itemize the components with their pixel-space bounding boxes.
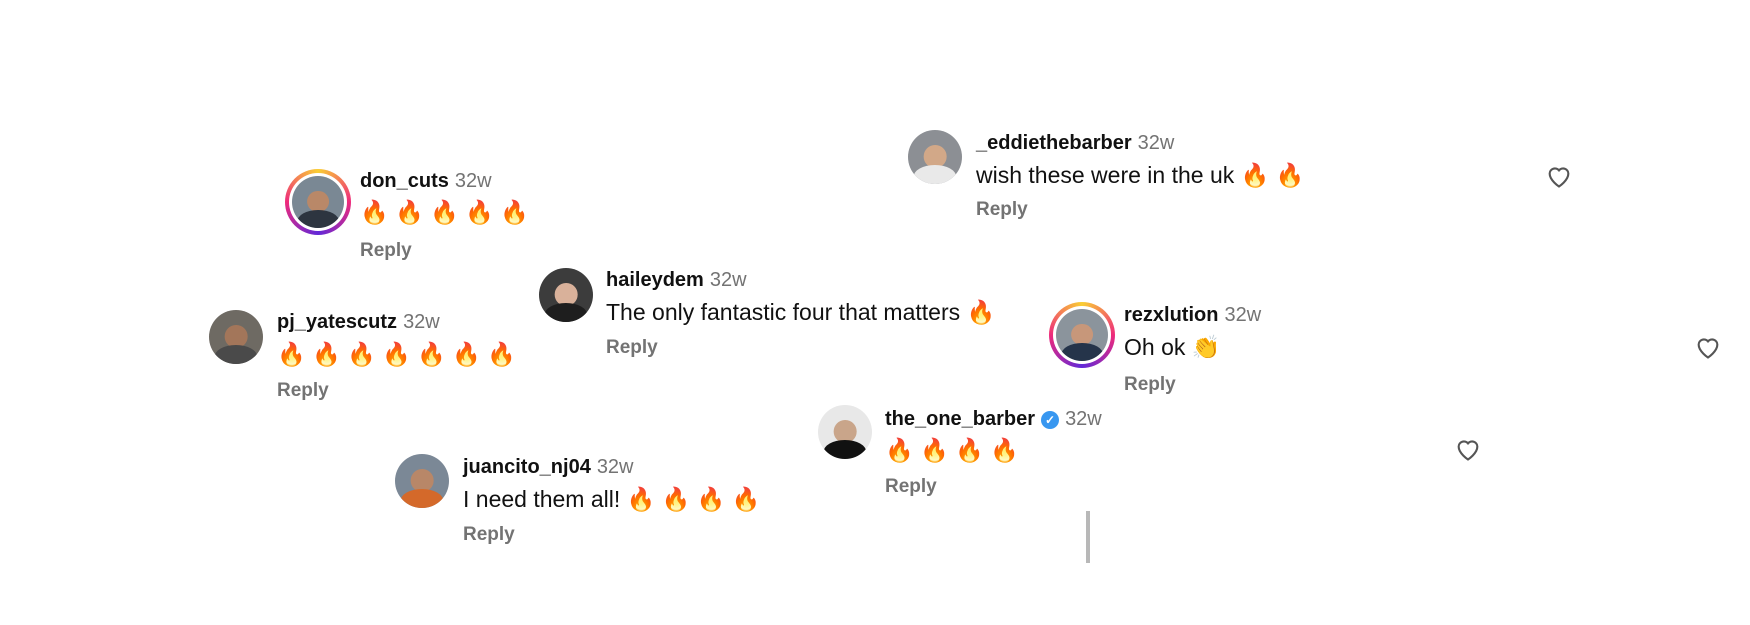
reply-button[interactable]: Reply xyxy=(1124,374,1176,396)
timestamp: 32w xyxy=(1065,408,1102,430)
username[interactable]: pj_yatescutz xyxy=(277,311,397,333)
scrollbar[interactable] xyxy=(1086,511,1090,563)
reply-button[interactable]: Reply xyxy=(606,337,658,359)
reply-button[interactable]: Reply xyxy=(976,199,1028,221)
username[interactable]: rezxlution xyxy=(1124,304,1218,326)
story-ring[interactable] xyxy=(285,169,351,235)
timestamp: 32w xyxy=(454,170,492,192)
avatar[interactable] xyxy=(209,310,263,364)
avatar[interactable] xyxy=(818,405,872,459)
verified-badge-icon: ✓ xyxy=(1041,410,1060,429)
story-ring[interactable] xyxy=(1049,302,1115,368)
avatar xyxy=(1056,309,1108,361)
heart-icon[interactable] xyxy=(1454,436,1482,462)
comment-text: 🔥 🔥 🔥 🔥 xyxy=(885,437,1019,463)
username[interactable]: the_one_barber xyxy=(885,408,1035,430)
comment-text: I need them all! 🔥 🔥 🔥 🔥 xyxy=(463,486,761,512)
comment-text: The only fantastic four that matters 🔥 xyxy=(606,299,996,325)
avatar[interactable] xyxy=(539,268,593,322)
reply-button[interactable]: Reply xyxy=(277,380,329,402)
avatar[interactable] xyxy=(395,454,449,508)
username[interactable]: _eddiethebarber xyxy=(976,132,1132,154)
avatar[interactable] xyxy=(908,130,962,184)
timestamp: 32w xyxy=(596,456,634,478)
timestamp: 32w xyxy=(403,311,440,333)
username[interactable]: don_cuts xyxy=(360,170,449,192)
timestamp: 32w xyxy=(1224,304,1262,326)
comment-text: Oh ok 👏 xyxy=(1124,334,1221,360)
reply-button[interactable]: Reply xyxy=(360,240,412,262)
reply-button[interactable]: Reply xyxy=(885,476,937,498)
timestamp: 32w xyxy=(709,269,747,291)
timestamp: 32w xyxy=(1137,132,1175,154)
heart-icon[interactable] xyxy=(1545,163,1573,189)
username[interactable]: juancito_nj04 xyxy=(463,456,591,478)
comment-text: 🔥 🔥 🔥 🔥 🔥 🔥 🔥 xyxy=(277,341,516,367)
comment-text: 🔥 🔥 🔥 🔥 🔥 xyxy=(360,199,529,225)
avatar xyxy=(292,176,344,228)
heart-icon[interactable] xyxy=(1694,334,1722,360)
comment-text: wish these were in the uk 🔥 🔥 xyxy=(976,162,1305,188)
reply-button[interactable]: Reply xyxy=(463,524,515,546)
username[interactable]: haileydem xyxy=(606,269,704,291)
